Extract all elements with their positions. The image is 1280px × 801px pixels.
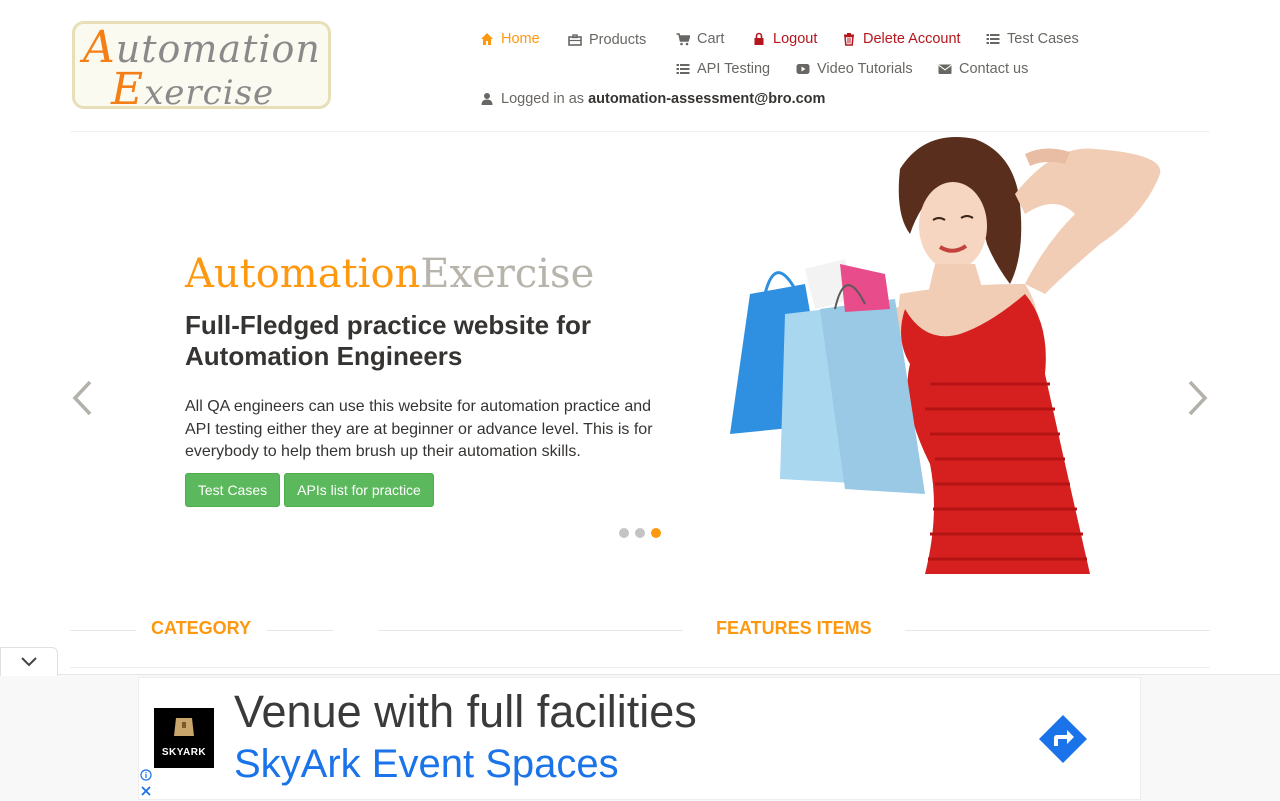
user-icon xyxy=(481,93,493,105)
nav-contact-us-label: Contact us xyxy=(959,61,1029,77)
nav-video-tutorials-label: Video Tutorials xyxy=(817,61,913,77)
apis-list-button[interactable]: APIs list for practice xyxy=(284,473,434,507)
hero-image xyxy=(730,137,1161,574)
chevron-down-icon xyxy=(21,657,37,667)
features-line-left xyxy=(378,630,683,631)
nav-home[interactable]: Home xyxy=(480,31,540,47)
slider-description: All QA engineers can use this website fo… xyxy=(185,398,653,460)
slider-headline: Full-Fledged practice website for Automa… xyxy=(185,310,591,371)
nav-logout[interactable]: Logout xyxy=(752,31,817,47)
logo-line-2: Exercise xyxy=(111,64,275,109)
category-title: CATEGORY xyxy=(151,618,252,638)
slider-next-arrow[interactable] xyxy=(1186,378,1210,418)
list-icon xyxy=(986,34,1000,44)
ad-subline: SkyArk Event Spaces xyxy=(234,742,619,786)
category-line-left xyxy=(70,630,136,631)
lock-icon xyxy=(754,32,764,45)
trash-icon xyxy=(844,33,854,46)
test-cases-button[interactable]: Test Cases xyxy=(185,473,280,507)
ad-close-icon[interactable] xyxy=(140,785,152,797)
box-icon xyxy=(174,718,194,736)
nav-cart-label: Cart xyxy=(697,31,725,47)
content-line xyxy=(70,667,1210,668)
slider-prev-arrow[interactable] xyxy=(70,378,94,418)
nav-logout-label: Logout xyxy=(773,31,818,47)
slider-brand: AutomationExercise xyxy=(185,251,595,297)
youtube-play-icon xyxy=(796,64,810,74)
slider-dot-3[interactable] xyxy=(651,528,661,538)
nav-products-label: Products xyxy=(589,32,647,48)
logged-in-status: Logged in as automation-assessment@bro.c… xyxy=(480,91,825,107)
header-divider xyxy=(70,131,1210,132)
nav-delete-account-label: Delete Account xyxy=(863,31,961,47)
logged-in-user: automation-assessment@bro.com xyxy=(588,91,826,107)
nav-api-testing[interactable]: API Testing xyxy=(676,61,770,77)
nav-home-label: Home xyxy=(501,31,540,47)
ad-logo-text: SKYARK xyxy=(161,747,207,758)
cart-icon xyxy=(676,33,690,46)
nav-products[interactable]: Products xyxy=(568,32,646,48)
category-line-right xyxy=(267,630,333,631)
site-logo[interactable]: Automation Exercise xyxy=(72,21,331,109)
directions-icon[interactable] xyxy=(1037,713,1089,765)
slider-dot-2[interactable] xyxy=(635,528,645,538)
nav-video-tutorials[interactable]: Video Tutorials xyxy=(796,61,913,77)
briefcase-icon xyxy=(568,34,582,46)
slider-indicators xyxy=(619,528,661,538)
ad-info-icon[interactable] xyxy=(140,769,152,781)
ad-collapse-toggle[interactable] xyxy=(0,647,58,676)
features-title: FEATURES ITEMS xyxy=(716,618,872,638)
nav-cart[interactable]: Cart xyxy=(676,31,724,47)
home-icon xyxy=(481,33,493,45)
ad-logo: SKYARK xyxy=(154,708,214,768)
nav-test-cases[interactable]: Test Cases xyxy=(986,31,1079,47)
slider-dot-1[interactable] xyxy=(619,528,629,538)
ad-headline: Venue with full facilities xyxy=(234,686,697,737)
envelope-icon xyxy=(938,64,952,74)
ad-banner[interactable]: SKYARK Venue with full facilities SkyArk… xyxy=(138,677,1141,800)
nav-test-cases-label: Test Cases xyxy=(1007,31,1079,47)
nav-api-testing-label: API Testing xyxy=(697,61,771,77)
nav-contact-us[interactable]: Contact us xyxy=(938,61,1028,77)
nav-delete-account[interactable]: Delete Account xyxy=(842,31,961,47)
list-icon xyxy=(676,64,690,74)
logged-in-prefix: Logged in as xyxy=(501,91,585,107)
features-line-right xyxy=(905,630,1210,631)
